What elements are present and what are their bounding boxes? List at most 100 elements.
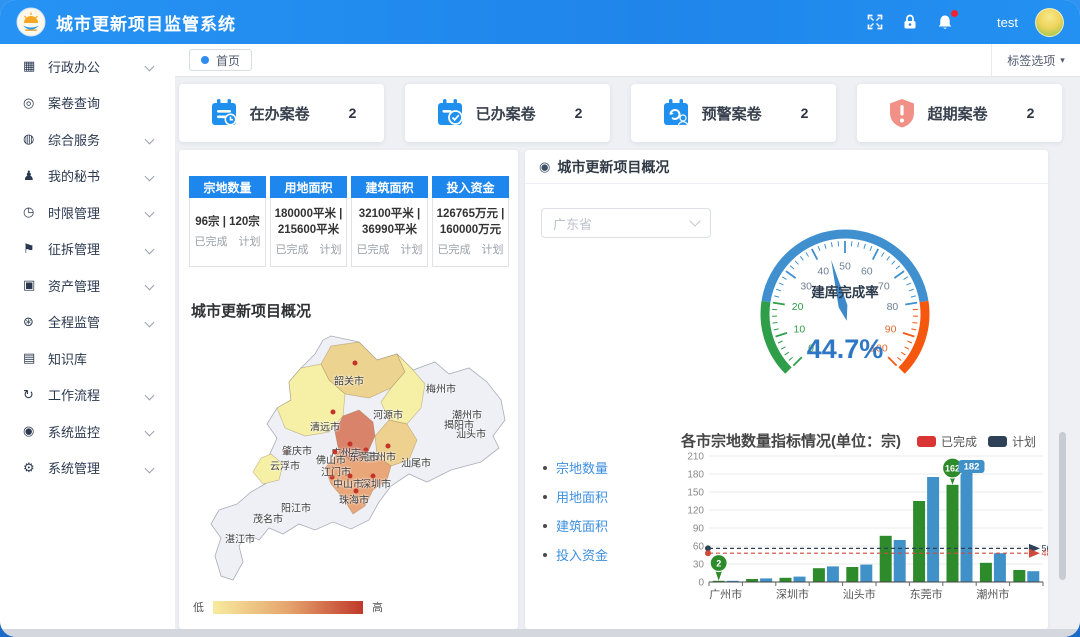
summary-card-shield-overdue[interactable]: 超期案卷2 xyxy=(857,84,1062,142)
sidebar-item-case-search[interactable]: ◎案卷查询 xyxy=(0,85,175,122)
stat-tab-title[interactable]: 宗地数量 xyxy=(189,176,266,198)
sidebar-item-office[interactable]: ▦行政办公 xyxy=(0,48,175,85)
chevron-down-icon xyxy=(145,208,155,218)
city-label: 深圳市 xyxy=(361,476,391,491)
user-name[interactable]: test xyxy=(997,15,1018,30)
sidebar-item-secretary[interactable]: ♟我的秘书 xyxy=(0,158,175,195)
stat-tabs: 宗地数量96宗 | 120宗已完成 计划用地面积 180000平米 | 21560… xyxy=(189,176,509,267)
svg-text:建库完成率: 建库完成率 xyxy=(810,284,879,300)
tab-bar: 首页 标签选项 ▾ xyxy=(175,44,1080,77)
svg-text:210: 210 xyxy=(687,452,704,463)
legend-high-label: 高 xyxy=(372,599,383,615)
svg-text:10: 10 xyxy=(794,323,806,335)
stat-tab[interactable]: 宗地数量96宗 | 120宗已完成 计划 xyxy=(189,176,266,267)
sidebar: ▦行政办公◎案卷查询◍综合服务♟我的秘书◷时限管理⚑征拆管理▣资产管理⊛全程监管… xyxy=(0,44,176,629)
tab-home[interactable]: 首页 xyxy=(189,49,252,71)
map-section-title: 城市更新项目概况 xyxy=(191,300,311,321)
card-label: 在办案卷 xyxy=(250,103,310,124)
stat-tab-value: 126765万元 | 160000万元 xyxy=(435,207,506,238)
main-area: 首页 标签选项 ▾ 在办案卷2已办案卷2预警案卷2超期案卷2 宗地数量96宗 |… xyxy=(175,44,1080,629)
chevron-down-icon xyxy=(145,463,155,473)
metric-link[interactable]: 建筑面积 xyxy=(543,511,608,540)
stat-tab[interactable]: 投入资金 126765万元 | 160000万元已完成 计划 xyxy=(432,176,509,267)
header-actions: test xyxy=(866,8,1064,37)
svg-text:44.7%: 44.7% xyxy=(807,334,884,364)
stat-tab-caption: 已完成 计划 xyxy=(437,241,503,257)
svg-text:90: 90 xyxy=(885,323,897,335)
svg-text:90: 90 xyxy=(693,524,705,535)
svg-text:潮州市: 潮州市 xyxy=(976,587,1009,601)
calendar-inprogress-icon xyxy=(207,96,241,130)
horizontal-scrollbar-track[interactable] xyxy=(0,629,1080,637)
bell-icon[interactable] xyxy=(936,13,954,31)
bullet-icon xyxy=(543,495,547,499)
svg-text:60: 60 xyxy=(693,542,705,553)
chevron-down-icon xyxy=(145,171,155,181)
city-marker-dot xyxy=(331,410,336,415)
overview-panel-header: ◉ 城市更新项目概况 xyxy=(525,150,1048,184)
stat-tab-value: 180000平米 | 215600平米 xyxy=(273,207,344,238)
metric-link-label: 宗地数量 xyxy=(556,458,608,477)
sidebar-item-services[interactable]: ◍综合服务 xyxy=(0,121,175,158)
bar-chart-title: 各市宗地数量指标情况(单位：宗) xyxy=(681,430,901,451)
card-count: 2 xyxy=(575,105,583,121)
app-window: 城市更新项目监管系统 xyxy=(0,0,1080,637)
overview-title: 城市更新项目概况 xyxy=(557,157,669,177)
summary-card-calendar-done[interactable]: 已办案卷2 xyxy=(405,84,610,142)
metric-link-label: 用地面积 xyxy=(556,487,608,506)
summary-card-calendar-warning[interactable]: 预警案卷2 xyxy=(631,84,836,142)
stat-tab[interactable]: 用地面积 180000平米 | 215600平米已完成 计划 xyxy=(270,176,347,267)
sidebar-item-label: 案卷查询 xyxy=(48,93,100,112)
metric-link[interactable]: 投入资金 xyxy=(543,540,608,569)
city-label: 韶关市 xyxy=(334,373,364,388)
city-label: 阳江市 xyxy=(281,500,311,515)
services-icon: ◍ xyxy=(23,131,48,147)
user-avatar[interactable] xyxy=(1035,8,1064,37)
sidebar-item-settings[interactable]: ⚙系统管理 xyxy=(0,450,175,487)
sidebar-item-monitor[interactable]: ◉系统监控 xyxy=(0,413,175,450)
lock-icon[interactable] xyxy=(901,13,919,31)
legend-item[interactable]: 计划 xyxy=(988,433,1036,450)
city-marker-dot xyxy=(353,361,358,366)
guangdong-map: 韶关市梅州市河源市潮州市揭阳市汕头市清远市惠州市汕尾市肇庆市云浮市广州市佛山市东… xyxy=(183,326,513,591)
sidebar-item-time-limit[interactable]: ◷时限管理 xyxy=(0,194,175,231)
stat-tab[interactable]: 建筑面积32100平米 | 36990平米已完成 计划 xyxy=(351,176,428,267)
svg-text:48: 48 xyxy=(1042,548,1049,558)
stat-tab-caption: 已完成 计划 xyxy=(356,241,422,257)
supervision-icon: ⊛ xyxy=(23,314,48,330)
case-search-icon: ◎ xyxy=(23,95,48,111)
svg-text:0: 0 xyxy=(698,578,704,589)
legend-label: 计划 xyxy=(1012,433,1036,450)
stat-tab-title[interactable]: 投入资金 xyxy=(432,176,509,198)
tag-options-button[interactable]: 标签选项 ▾ xyxy=(991,44,1080,76)
sidebar-item-workflow[interactable]: ↻工作流程 xyxy=(0,377,175,414)
metric-link[interactable]: 宗地数量 xyxy=(543,453,608,482)
card-count: 2 xyxy=(349,105,357,121)
monitor-icon: ◉ xyxy=(23,423,48,439)
summary-card-calendar-inprogress[interactable]: 在办案卷 2 xyxy=(179,84,384,142)
sidebar-item-supervision[interactable]: ⊛全程监管 xyxy=(0,304,175,341)
completion-gauge-chart: 0102030405060708090100建库完成率44.7% xyxy=(730,210,960,410)
stat-tab-title[interactable]: 用地面积 xyxy=(270,176,347,198)
sidebar-item-demolition[interactable]: ⚑征拆管理 xyxy=(0,231,175,268)
city-label: 汕尾市 xyxy=(401,455,431,470)
metric-link[interactable]: 用地面积 xyxy=(543,482,608,511)
vertical-scrollbar[interactable] xyxy=(1059,432,1066,580)
legend-swatch xyxy=(917,436,936,447)
sidebar-item-label: 我的秘书 xyxy=(48,166,100,185)
city-label: 中山市 xyxy=(333,476,363,491)
bar-chart-legend: 已完成 计划 xyxy=(917,433,1036,450)
stat-tab-title[interactable]: 建筑面积 xyxy=(351,176,428,198)
knowledge-icon: ▤ xyxy=(23,350,48,366)
legend-item[interactable]: 已完成 xyxy=(917,433,977,450)
fullscreen-icon[interactable] xyxy=(866,13,884,31)
city-label: 茂名市 xyxy=(253,511,283,526)
sidebar-item-label: 时限管理 xyxy=(48,203,100,222)
stat-tab-caption: 已完成 计划 xyxy=(275,241,341,257)
metric-link-label: 建筑面积 xyxy=(556,516,608,535)
city-label: 肇庆市 xyxy=(282,443,312,458)
sidebar-item-asset[interactable]: ▣资产管理 xyxy=(0,267,175,304)
sidebar-item-knowledge[interactable]: ▤知识库 xyxy=(0,340,175,377)
region-select[interactable]: 广东省 xyxy=(541,208,711,238)
dropdown-arrow-icon: ▾ xyxy=(1060,55,1065,66)
